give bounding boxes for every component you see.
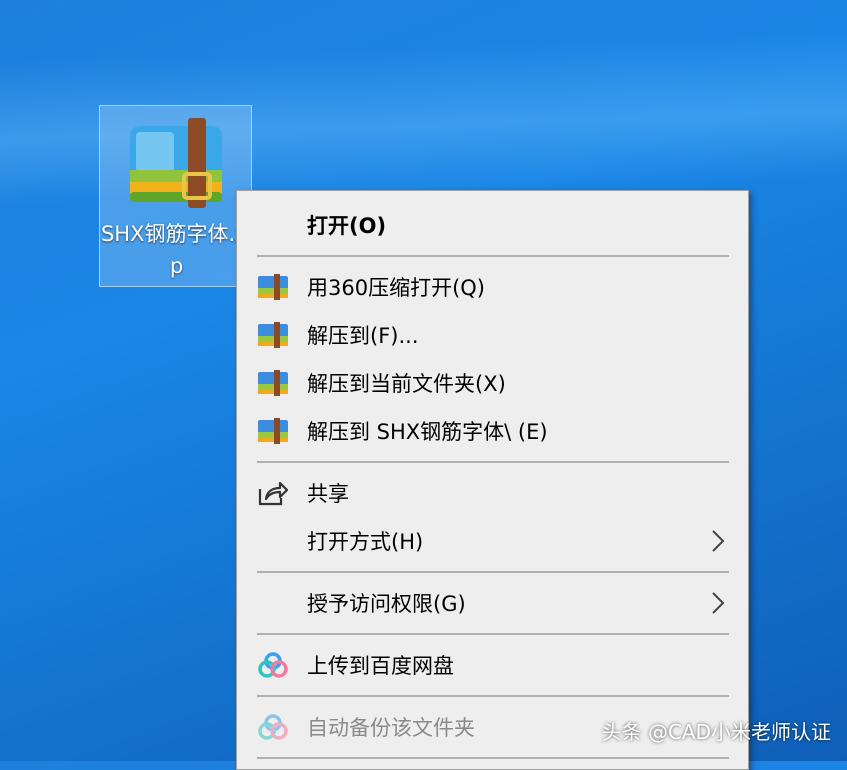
menu-item-label: 解压到(F)... <box>307 324 419 348</box>
menu-item-share[interactable]: 共享 <box>237 471 748 515</box>
winrar-archive-icon <box>130 118 222 208</box>
menu-item-label: 解压到当前文件夹(X) <box>307 372 506 396</box>
menu-item-extract-to[interactable]: 解压到(F)... <box>237 313 748 357</box>
file-name-label: SHX钢筋字体.zip <box>100 222 253 278</box>
menu-item-upload-baidu[interactable]: 上传到百度网盘 <box>237 643 748 687</box>
archive-icon <box>257 369 289 397</box>
menu-separator <box>257 255 729 257</box>
menu-item-grant-access[interactable]: 授予访问权限(G) <box>237 581 748 625</box>
desktop-file-icon[interactable]: SHX钢筋字体.zip <box>99 105 252 287</box>
chevron-right-icon <box>712 592 725 614</box>
archive-icon <box>257 321 289 349</box>
menu-item-extract-to-folder[interactable]: 解压到 SHX钢筋字体\ (E) <box>237 409 748 453</box>
menu-separator <box>257 633 729 635</box>
archive-icon <box>257 417 289 445</box>
baidu-netdisk-icon <box>257 651 289 679</box>
chevron-right-icon <box>712 530 725 552</box>
menu-separator <box>257 695 729 697</box>
menu-separator <box>257 757 729 759</box>
menu-item-extract-here[interactable]: 解压到当前文件夹(X) <box>237 361 748 405</box>
menu-item-label: 用360压缩打开(Q) <box>307 276 485 300</box>
menu-item-label: 自动备份该文件夹 <box>307 716 475 740</box>
menu-item-label: 打开(O) <box>307 214 387 238</box>
menu-item-open-with[interactable]: 打开方式(H) <box>237 519 748 563</box>
context-menu: 打开(O) 用360压缩打开(Q) 解压到(F)... 解压到当前文件夹(X) … <box>236 190 749 770</box>
menu-item-label: 共享 <box>307 482 349 506</box>
baidu-netdisk-icon <box>257 713 289 741</box>
menu-item-label: 上传到百度网盘 <box>307 654 454 678</box>
archive-icon <box>257 273 289 301</box>
menu-item-label: 授予访问权限(G) <box>307 592 466 616</box>
menu-separator <box>257 571 729 573</box>
watermark-text: 头条 @CAD小米老师认证 <box>601 720 831 744</box>
menu-item-open[interactable]: 打开(O) <box>237 203 748 247</box>
menu-separator <box>257 461 729 463</box>
menu-item-label: 解压到 SHX钢筋字体\ (E) <box>307 420 548 444</box>
menu-item-open-360[interactable]: 用360压缩打开(Q) <box>237 265 748 309</box>
menu-item-label: 打开方式(H) <box>307 530 424 554</box>
share-icon <box>257 479 289 507</box>
